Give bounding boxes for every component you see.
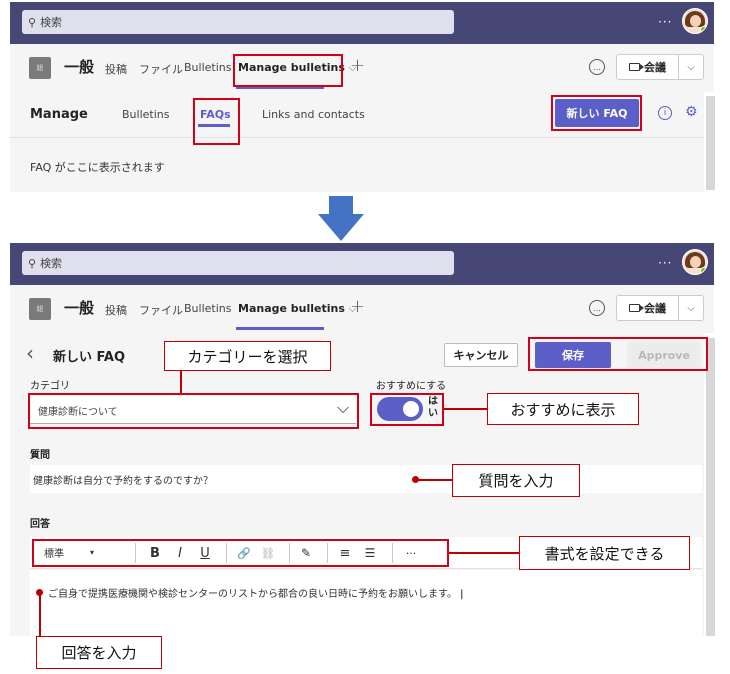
question-label: 質問: [30, 450, 50, 461]
callout-answer: 回答を入力: [36, 636, 162, 669]
online-status-icon: [700, 267, 707, 274]
cancel-button[interactable]: キャンセル: [444, 343, 518, 367]
down-arrow-head: [318, 214, 364, 241]
active-tab-indicator: [236, 327, 324, 330]
highlight-faqs-tab: [193, 98, 240, 145]
callout-category-line: [180, 371, 182, 393]
settings-gear-icon[interactable]: ⚙: [685, 104, 698, 120]
subtab-links-contacts[interactable]: Links and contacts: [262, 108, 365, 121]
callout-question: 質問を入力: [452, 464, 580, 497]
tab-manage-bulletins[interactable]: Manage bulletins ⌵: [238, 302, 357, 316]
user-avatar[interactable]: [682, 8, 708, 34]
callout-question-dot: [412, 476, 419, 483]
more-options-icon[interactable]: ···: [658, 256, 672, 270]
channel-name: 一般: [64, 58, 95, 76]
answer-value: ご自身で提携医療機関や検診センターのリストから都合の良い日時に予約をお願いします…: [48, 589, 464, 600]
search-icon: ⚲: [28, 15, 37, 29]
top-app-bar: ⚲ 検索 ···: [10, 2, 714, 44]
callout-category: カテゴリーを選択: [164, 341, 331, 371]
tab-files[interactable]: ファイル: [139, 302, 183, 318]
camera-icon: [629, 63, 644, 71]
online-status-icon: [700, 26, 707, 33]
form-title: 新しい FAQ: [53, 350, 126, 365]
search-box[interactable]: ⚲ 検索: [22, 10, 454, 34]
channel-avatar: 総: [29, 298, 51, 320]
tab-bulletins[interactable]: Bulletins: [184, 302, 231, 315]
category-label: カテゴリ: [30, 381, 70, 392]
manage-title: Manage: [30, 107, 88, 122]
subtab-bulletins[interactable]: Bulletins: [122, 108, 169, 121]
highlight-category: [28, 393, 359, 429]
meet-label: 会議: [644, 61, 666, 74]
channel-header-2: 総 一般 投稿 ファイル Bulletins Manage bulletins …: [10, 285, 714, 333]
callout-format-line: [449, 552, 519, 554]
question-value: 健康診断は自分で予約をするのですか？: [33, 476, 213, 487]
highlight-manage-tab: [233, 54, 343, 87]
camera-icon: [629, 304, 644, 312]
answer-editor[interactable]: [30, 570, 702, 636]
add-tab-icon[interactable]: +: [350, 296, 365, 317]
callout-answer-dot: [36, 589, 43, 596]
highlight-toolbar: [32, 539, 449, 567]
callout-format: 書式を設定できる: [519, 536, 690, 570]
tab-posts[interactable]: 投稿: [105, 61, 127, 77]
meet-label: 会議: [644, 302, 666, 315]
channel-name: 一般: [64, 299, 95, 317]
highlight-save-approve: [528, 337, 708, 371]
back-icon[interactable]: ‹: [26, 341, 34, 365]
scrollbar-2[interactable]: [706, 338, 715, 636]
chevron-down-icon[interactable]: ⌵: [679, 296, 703, 320]
callout-answer-line: [39, 592, 41, 636]
more-options-icon[interactable]: ···: [658, 15, 672, 29]
empty-faq-message: FAQ がここに表示されます: [30, 161, 165, 174]
scrollbar[interactable]: [706, 96, 715, 190]
tab-posts[interactable]: 投稿: [105, 302, 127, 318]
chevron-down-icon[interactable]: ⌵: [679, 55, 703, 79]
info-icon[interactable]: i: [658, 106, 672, 120]
channel-avatar: 総: [29, 57, 51, 79]
highlight-toggle: [370, 393, 444, 426]
search-icon: ⚲: [28, 256, 37, 270]
channel-header: 総 一般 投稿 ファイル Bulletins Manage bulletins …: [10, 44, 714, 92]
add-tab-icon[interactable]: +: [350, 55, 365, 76]
search-placeholder: 検索: [40, 257, 63, 270]
chat-icon[interactable]: …: [589, 300, 605, 316]
tab-files[interactable]: ファイル: [139, 61, 183, 77]
answer-label: 回答: [30, 519, 50, 530]
meet-button[interactable]: 会議 ⌵: [616, 54, 704, 80]
meet-button[interactable]: 会議 ⌵: [616, 295, 704, 321]
callout-question-line: [416, 479, 452, 481]
down-arrow-icon: [329, 196, 353, 214]
search-box-2[interactable]: ⚲ 検索: [22, 251, 454, 275]
recommend-label: おすすめにする: [376, 381, 447, 392]
chat-icon[interactable]: …: [589, 59, 605, 75]
bottom-app-bar: ⚲ 検索 ···: [10, 243, 714, 285]
search-placeholder: 検索: [40, 16, 63, 29]
user-avatar[interactable]: [682, 249, 708, 275]
callout-recommend-line: [444, 408, 487, 410]
callout-recommend: おすすめに表示: [487, 393, 639, 425]
highlight-new-faq: [551, 95, 642, 131]
tab-bulletins[interactable]: Bulletins: [184, 61, 231, 74]
